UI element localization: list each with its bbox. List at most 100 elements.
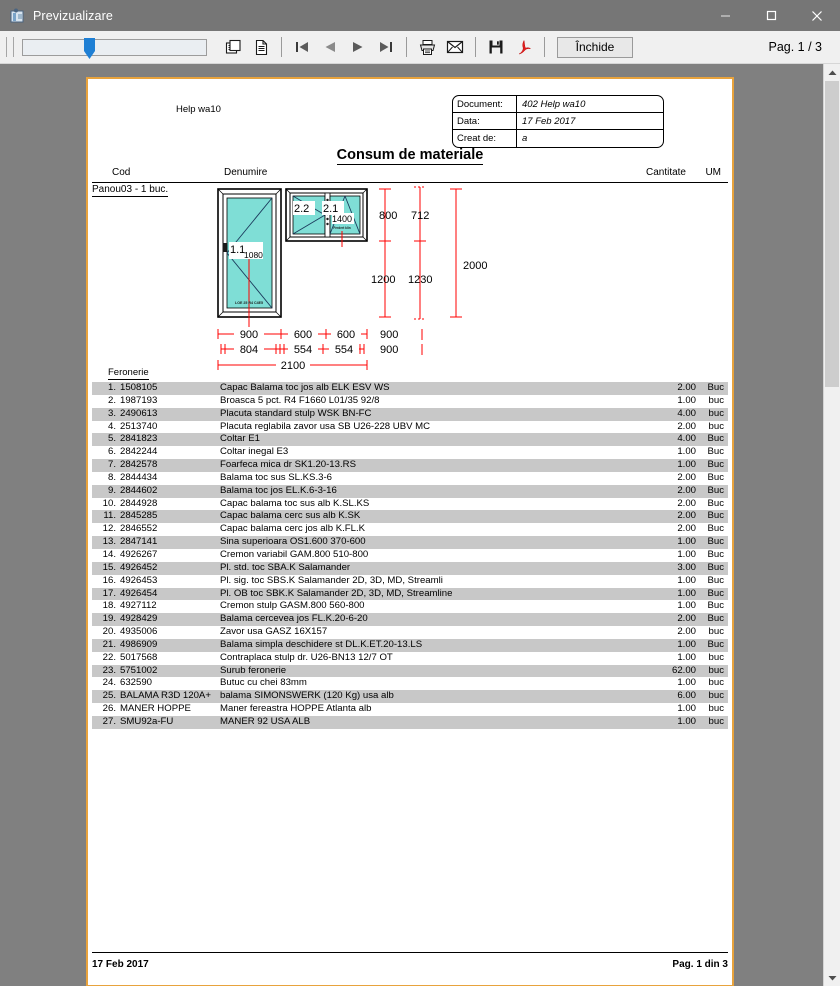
item-name: Capac balama cerc jos alb K.FL.K [220,523,366,535]
item-unit: Buc [707,497,724,509]
item-code: SMU92a-FU [120,715,174,727]
svg-text:900: 900 [240,329,258,341]
info-row: Data: 17 Feb 2017 [453,113,663,130]
item-name: Placuta reglabila zavor usa SB U26-228 U… [220,420,431,432]
item-unit: Buc [707,446,724,458]
item-unit: Buc [707,510,724,522]
item-index: 19. [102,613,116,625]
svg-text:554: 554 [294,344,312,356]
zoom-slider[interactable] [22,37,207,59]
item-code: BALAMA R3D 120A+ [120,690,211,702]
zoom-slider-thumb[interactable] [84,37,95,59]
glass-label-1400: 1400 [332,214,352,224]
item-name: Placuta standard stulp WSK BN-FC [220,407,372,419]
item-index: 23. [102,664,116,676]
item-unit: buc [708,394,724,406]
page-view-icon[interactable] [220,35,246,59]
scrollbar-thumb[interactable] [825,81,839,387]
item-code: 2844928 [120,497,158,509]
item-unit: buc [708,626,724,638]
svg-text:600: 600 [337,329,355,341]
table-row: 10. 2844928 Capac balama toc sus alb K.SL.… [92,498,728,511]
item-index: 16. [102,574,116,586]
panel-label: Panou03 - 1 buc. [92,184,169,197]
item-index: 6. [107,446,116,458]
item-unit: Buc [707,638,724,650]
item-unit: buc [708,664,724,676]
svg-text:804: 804 [240,344,258,356]
info-value-document: 402 Help wa10 [522,98,586,110]
item-index: 7. [107,459,116,471]
print-icon[interactable] [414,35,440,59]
close-preview-button[interactable]: Închide [557,36,633,58]
info-row: Document: 402 Help wa10 [453,96,663,113]
dim-1200: 1200 [371,274,395,286]
item-name: Pl. OB toc SBK.K Salamander 2D, 3D, MD, … [220,587,453,599]
item-index: 2. [107,394,116,406]
item-unit: buc [708,651,724,663]
first-page-icon[interactable] [289,35,315,59]
toolbar-separator-2 [406,37,407,57]
next-page-icon[interactable] [345,35,371,59]
item-quantity: 1.00 [677,677,696,689]
item-unit: Buc [707,536,724,548]
document-icon[interactable] [248,35,274,59]
item-name: Capac balama toc sus alb K.SL.KS [220,497,370,509]
item-code: 2842244 [120,446,158,458]
item-index: 18. [102,600,116,612]
info-label-data: Data: [453,113,517,129]
sash-label-1-1: 1.1 [230,244,245,256]
close-button[interactable] [794,0,840,31]
maximize-button[interactable] [748,0,794,31]
preview-area: Help wa10 Document: 402 Help wa10 Data: … [0,64,840,986]
minimize-button[interactable] [702,0,748,31]
item-quantity: 1.00 [677,715,696,727]
scroll-up-icon[interactable] [824,64,840,81]
item-unit: Buc [707,587,724,599]
svg-text:600: 600 [294,329,312,341]
title-bar: Previzualizare [0,0,840,31]
document-title-text: Consum de materiale [336,147,484,165]
item-quantity: 6.00 [677,690,696,702]
table-row: 4. 2513740 Placuta reglabila zavor usa SB … [92,421,728,434]
scroll-down-icon[interactable] [824,969,840,986]
item-quantity: 2.00 [677,382,696,393]
last-page-icon[interactable] [373,35,399,59]
toolbar-grip[interactable] [6,37,9,57]
table-row: 19. 4928429 Balama cercevea jos FL.K.20-6-… [92,613,728,627]
item-name: Balama cercevea jos FL.K.20-6-20 [220,613,368,625]
item-quantity: 1.00 [677,459,696,471]
item-name: balama SIMONSWERK (120 Kg) usa alb [220,690,394,702]
column-header-cod: Cod [112,167,131,178]
table-row: 12. 2846552 Capac balama cerc jos alb K.FL… [92,523,728,536]
item-name: Zavor usa GASZ 16X157 [220,626,328,638]
item-quantity: 1.00 [677,587,696,599]
item-index: 12. [102,523,116,535]
item-quantity: 2.00 [677,613,696,625]
glass-label-1080: 1080 [244,250,263,260]
toolbar-separator-3 [475,37,476,57]
prev-page-icon[interactable] [317,35,343,59]
item-index: 14. [102,548,116,560]
item-code: 2513740 [120,420,158,432]
item-quantity: 4.00 [677,433,696,445]
item-code: 4926453 [120,574,158,586]
item-name: Balama toc jos EL.K.6-3-16 [220,484,337,496]
item-index: 4. [107,420,116,432]
document-info-box: Document: 402 Help wa10 Data: 17 Feb 201… [452,95,664,148]
item-code: 2844602 [120,484,158,496]
table-row: 6. 2842244 Coltar inegal E3 1.00 Buc [92,446,728,459]
item-unit: buc [708,677,724,689]
item-unit: Buc [707,459,724,471]
vertical-scrollbar[interactable] [823,64,840,986]
email-icon[interactable] [442,35,468,59]
item-index: 9. [107,484,116,496]
pdf-icon[interactable] [511,35,537,59]
toolbar-grip-2[interactable] [13,37,16,57]
item-code: 2842578 [120,459,158,471]
item-code: 4927112 [120,600,157,612]
item-code: 4926452 [120,561,158,573]
item-code: 2846552 [120,523,158,535]
item-unit: buc [708,703,724,715]
save-icon[interactable] [483,35,509,59]
